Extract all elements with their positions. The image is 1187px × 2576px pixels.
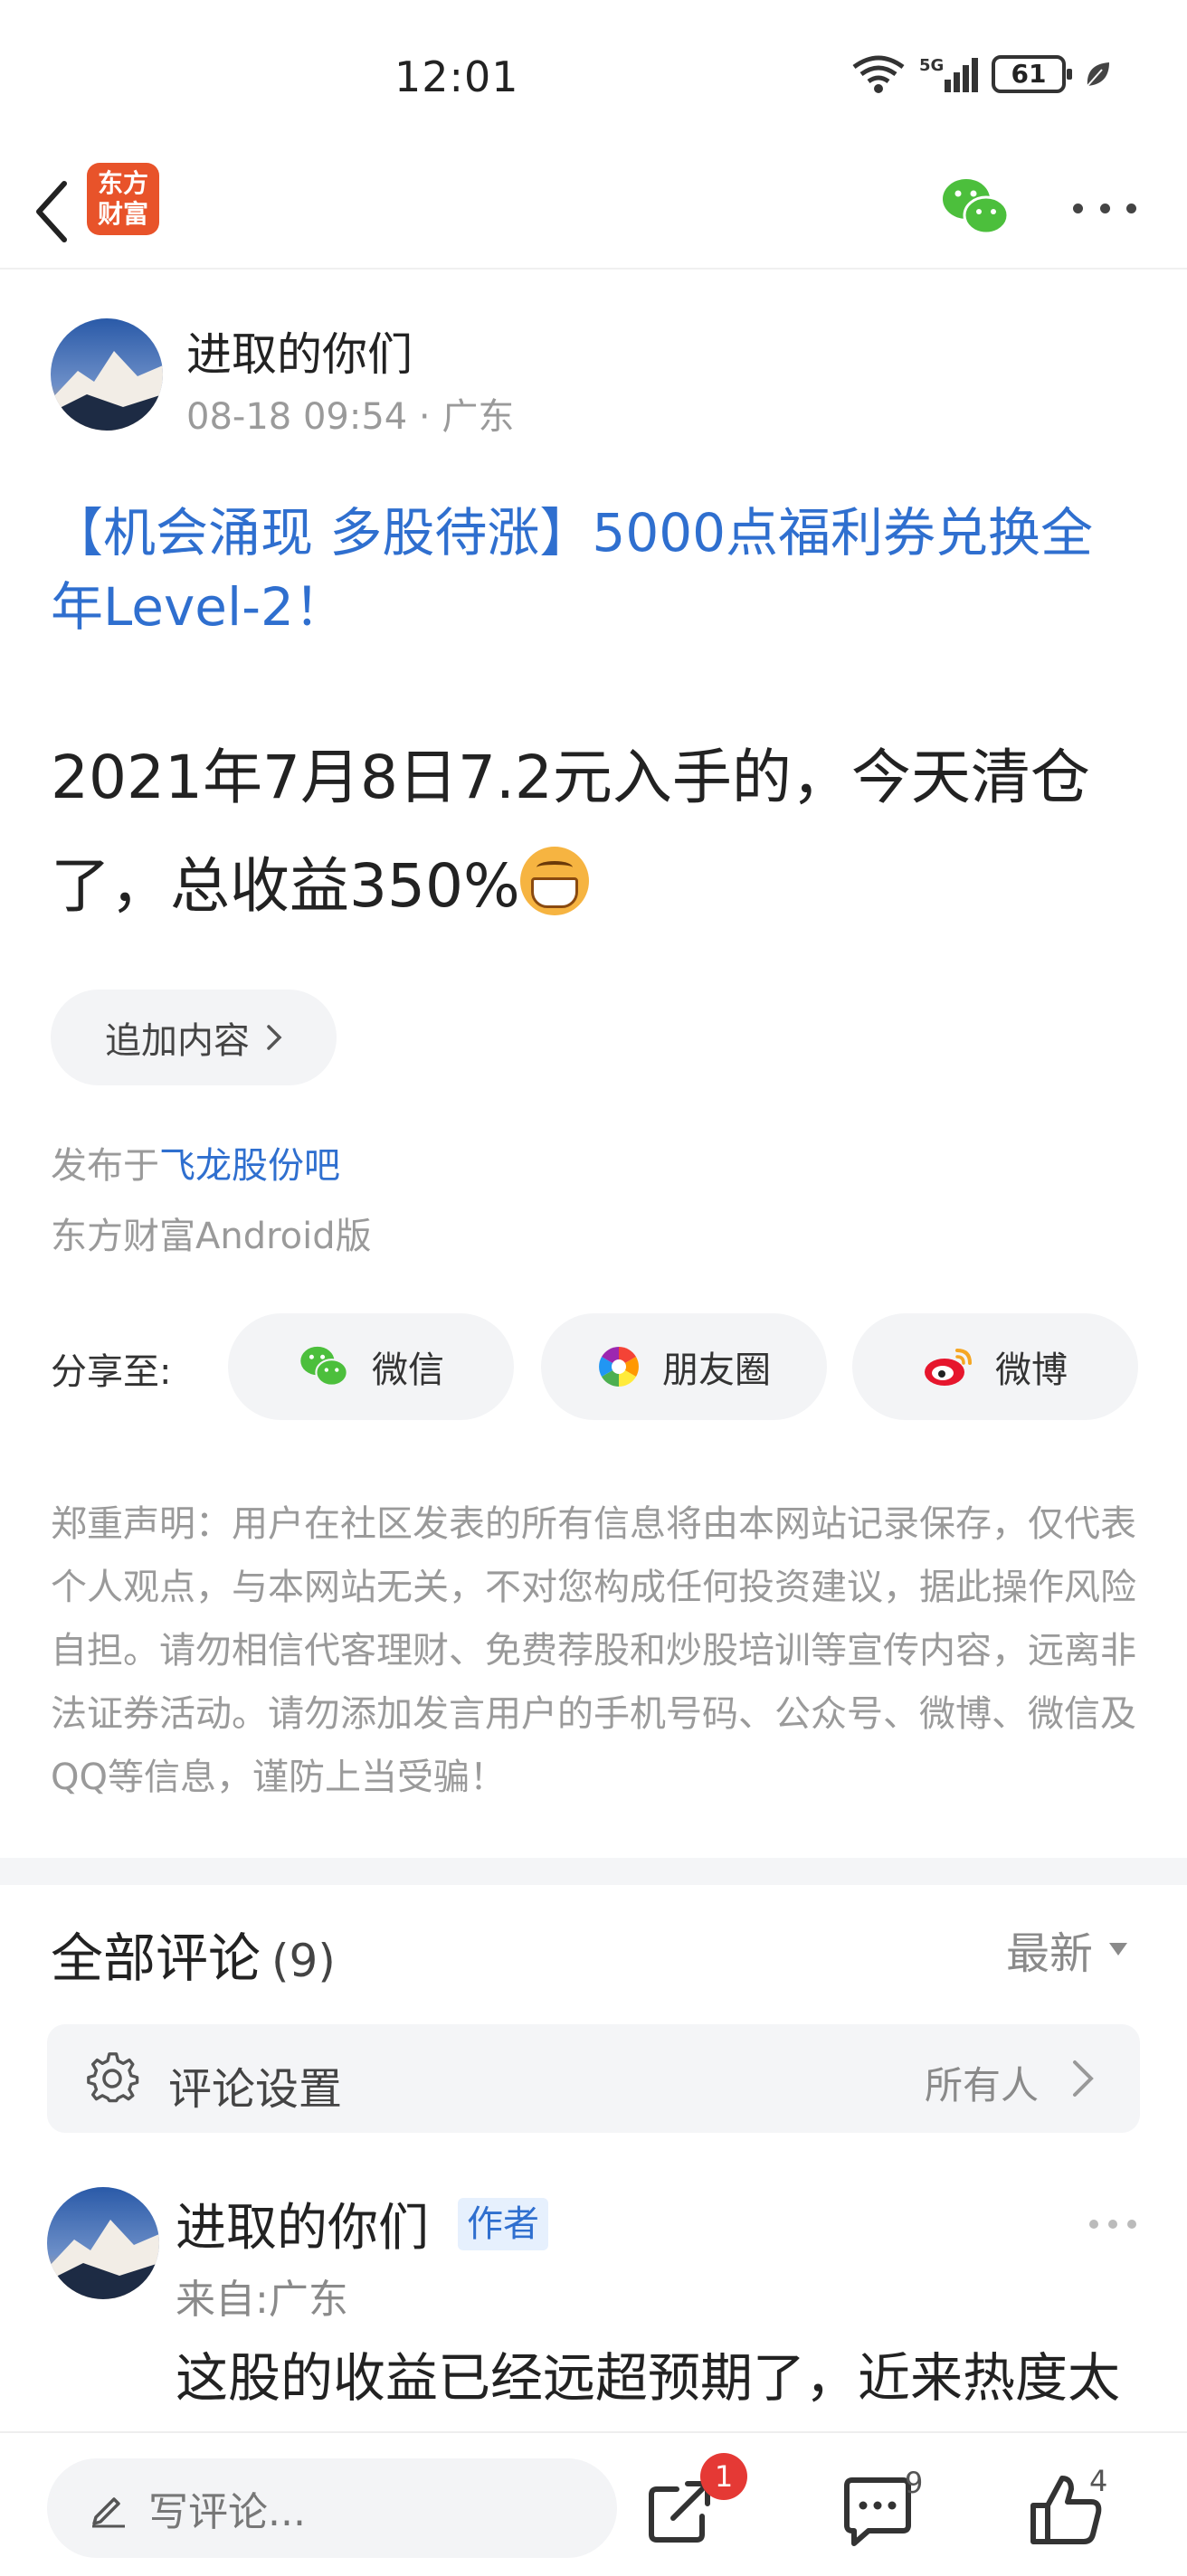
author-badge: 作者 [458, 2198, 548, 2250]
sort-label: 最新 [1006, 1928, 1094, 1979]
status-bar: 12:01 5G 61 [0, 0, 1187, 154]
comment-settings-label: 评论设置 [168, 2064, 343, 2115]
caret-down-icon [1109, 1943, 1128, 1956]
post-meta: 08-18 09:54 · 广东 [186, 396, 515, 438]
more-options-button[interactable] [1073, 190, 1136, 226]
more-dot [1127, 2220, 1136, 2229]
share-wechat-label: 微信 [372, 1350, 444, 1391]
append-content-label: 追加内容 [105, 1020, 250, 1062]
more-dot [1108, 2220, 1117, 2229]
comments-count: (9) [271, 1935, 336, 1987]
author-avatar[interactable] [51, 318, 163, 431]
comment-settings-row[interactable]: 评论设置 所有人 [47, 2024, 1140, 2133]
svg-text:5G: 5G [919, 56, 944, 75]
post-content: 2021年7月8日7.2元入手的，今天清仓了，总收益350% [51, 724, 1154, 941]
more-dot [1089, 2220, 1098, 2229]
publish-prefix: 发布于 [51, 1145, 159, 1187]
commenter-name[interactable]: 进取的你们 [176, 2187, 429, 2260]
stock-bar-link[interactable]: 飞龙股份吧 [159, 1145, 340, 1187]
promo-link[interactable]: 【机会涌现 多股待涨】5000点福利券兑换全年Level-2！ [51, 496, 1145, 644]
grin-emoji-icon [519, 847, 589, 915]
commenter-avatar[interactable] [47, 2187, 159, 2299]
client-info: 东方财富Android版 [51, 1216, 372, 1257]
gear-icon [87, 2052, 139, 2103]
pencil-icon [92, 2497, 125, 2528]
publish-info: 发布于飞龙股份吧 [51, 1136, 340, 1189]
chevron-right-icon [1073, 2060, 1094, 2097]
app-header: 东方 财富 [0, 154, 1187, 270]
append-content-button[interactable]: 追加内容 [51, 990, 337, 1085]
comment-text: 这股的收益已经远超预期了，近来热度太 [176, 2347, 1121, 2409]
chevron-right-icon [267, 1025, 282, 1050]
disclaimer: 郑重声明：用户在社区发表的所有信息将由本网站记录保存，仅代表个人观点，与本网站无… [51, 1503, 1136, 1798]
moments-icon [599, 1347, 639, 1387]
comments-header: 全部评论 (9) [51, 1916, 336, 1992]
share-weibo-label: 微博 [995, 1350, 1068, 1391]
comment-settings-value: 所有人 [924, 2063, 1039, 2107]
back-arrow-icon [36, 181, 67, 242]
post-author[interactable]: 进取的你们 08-18 09:54 · 广东 [51, 318, 514, 438]
author-name[interactable]: 进取的你们 [186, 318, 413, 384]
wechat-icon [943, 179, 1010, 235]
comments-title: 全部评论 [51, 1927, 261, 1989]
like-count: 4 [1089, 2464, 1108, 2498]
signal-icon: 5G [919, 56, 978, 92]
sort-dropdown[interactable]: 最新 [1006, 1918, 1128, 1981]
section-divider [0, 1858, 1187, 1885]
status-time: 12:01 [394, 52, 519, 101]
leaf-icon [1087, 62, 1109, 87]
more-dot [1073, 203, 1083, 213]
eastmoney-logo[interactable]: 东方 财富 [87, 163, 159, 235]
wechat-share-button[interactable] [941, 175, 1010, 239]
more-dot [1126, 203, 1136, 213]
write-comment-input[interactable]: 写评论... [47, 2458, 617, 2558]
wifi-icon [852, 55, 905, 93]
comment-more-button[interactable] [1089, 2220, 1136, 2232]
battery-icon: 61 [992, 55, 1072, 93]
share-moments-button[interactable]: 朋友圈 [541, 1313, 827, 1420]
wechat-icon [300, 1346, 348, 1387]
weibo-icon [925, 1349, 972, 1386]
write-comment-placeholder: 写评论... [148, 2489, 306, 2535]
share-notification-badge: 1 [700, 2453, 747, 2500]
comment-count: 9 [905, 2466, 924, 2500]
more-dot [1099, 203, 1110, 213]
share-weibo-button[interactable]: 微博 [852, 1313, 1138, 1420]
status-icons: 5G 61 [850, 54, 1111, 94]
comment-location: 来自:广东 [176, 2277, 348, 2323]
share-label: 分享至: [51, 1351, 172, 1393]
share-moments-label: 朋友圈 [662, 1350, 771, 1391]
bottom-action-bar: 写评论... 1 9 4 [0, 2431, 1187, 2576]
share-wechat-button[interactable]: 微信 [228, 1313, 514, 1420]
back-button[interactable] [20, 166, 83, 257]
